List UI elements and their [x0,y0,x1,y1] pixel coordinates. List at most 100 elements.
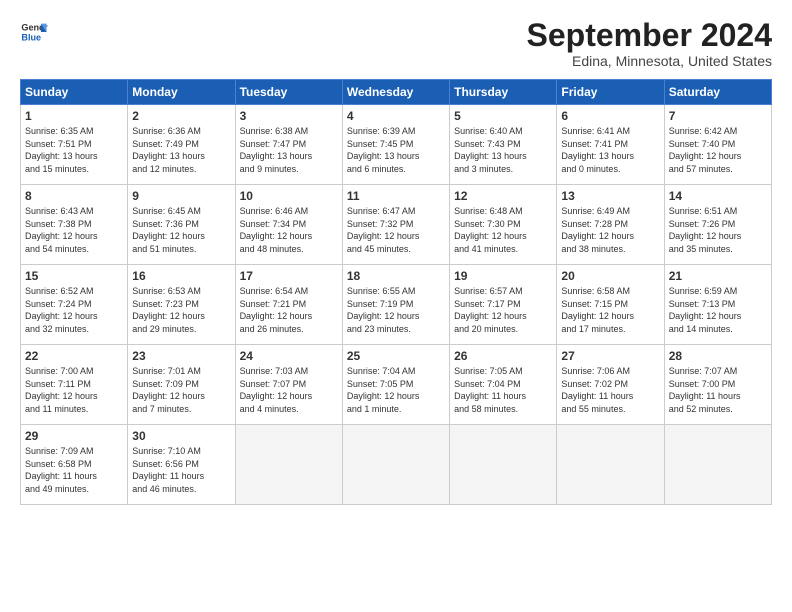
day-info: Sunrise: 6:47 AM Sunset: 7:32 PM Dayligh… [347,205,445,255]
weekday-header-row: SundayMondayTuesdayWednesdayThursdayFrid… [21,80,772,105]
calendar-cell: 17Sunrise: 6:54 AM Sunset: 7:21 PM Dayli… [235,265,342,345]
calendar-cell: 30Sunrise: 7:10 AM Sunset: 6:56 PM Dayli… [128,425,235,505]
calendar-cell: 25 Sunrise: 7:04 AM Sunset: 7:05 PM Dayli… [342,345,449,425]
calendar-cell [664,425,771,505]
day-info: Sunrise: 6:40 AM Sunset: 7:43 PM Dayligh… [454,125,552,175]
calendar-cell [450,425,557,505]
day-number: 10 [240,189,338,203]
day-number: 8 [25,189,123,203]
day-number: 24 [240,349,338,363]
calendar-cell: 8 Sunrise: 6:43 AM Sunset: 7:38 PM Daylig… [21,185,128,265]
calendar-cell: 12 Sunrise: 6:48 AM Sunset: 7:30 PM Dayli… [450,185,557,265]
calendar-cell: 4 Sunrise: 6:39 AM Sunset: 7:45 PM Daylig… [342,105,449,185]
day-number: 23 [132,349,230,363]
day-number: 27 [561,349,659,363]
logo: General Blue [20,18,48,46]
logo-icon: General Blue [20,18,48,46]
calendar-week-4: 29 Sunrise: 7:09 AM Sunset: 6:58 PM Dayli… [21,425,772,505]
day-info: Sunrise: 6:55 AM Sunset: 7:19 PM Dayligh… [347,285,445,335]
calendar-cell: 2 Sunrise: 6:36 AM Sunset: 7:49 PM Daylig… [128,105,235,185]
weekday-header-wednesday: Wednesday [342,80,449,105]
calendar-cell [557,425,664,505]
calendar-cell: 5Sunrise: 6:40 AM Sunset: 7:43 PM Daylig… [450,105,557,185]
day-info: Sunrise: 7:04 AM Sunset: 7:05 PM Dayligh… [347,365,445,415]
day-info: Sunrise: 6:45 AM Sunset: 7:36 PM Dayligh… [132,205,230,255]
day-number: 19 [454,269,552,283]
calendar-cell: 15 Sunrise: 6:52 AM Sunset: 7:24 PM Dayli… [21,265,128,345]
calendar-cell: 1Sunrise: 6:35 AM Sunset: 7:51 PM Daylig… [21,105,128,185]
page-container: General Blue September 2024 Edina, Minne… [0,0,792,515]
day-number: 28 [669,349,767,363]
svg-text:Blue: Blue [21,32,41,42]
day-number: 4 [347,109,445,123]
calendar-cell: 26 Sunrise: 7:05 AM Sunset: 7:04 PM Dayli… [450,345,557,425]
day-number: 9 [132,189,230,203]
calendar-cell: 11 Sunrise: 6:47 AM Sunset: 7:32 PM Dayli… [342,185,449,265]
day-info: Sunrise: 7:10 AM Sunset: 6:56 PM Dayligh… [132,445,230,495]
calendar-cell: 10 Sunrise: 6:46 AM Sunset: 7:34 PM Dayli… [235,185,342,265]
weekday-header-tuesday: Tuesday [235,80,342,105]
day-info: Sunrise: 6:49 AM Sunset: 7:28 PM Dayligh… [561,205,659,255]
day-info: Sunrise: 6:36 AM Sunset: 7:49 PM Dayligh… [132,125,230,175]
calendar-cell: 16Sunrise: 6:53 AM Sunset: 7:23 PM Dayli… [128,265,235,345]
weekday-header-saturday: Saturday [664,80,771,105]
calendar-table: SundayMondayTuesdayWednesdayThursdayFrid… [20,79,772,505]
calendar-cell: 14 Sunrise: 6:51 AM Sunset: 7:26 PM Dayli… [664,185,771,265]
day-info: Sunrise: 6:41 AM Sunset: 7:41 PM Dayligh… [561,125,659,175]
day-number: 29 [25,429,123,443]
calendar-cell: 23Sunrise: 7:01 AM Sunset: 7:09 PM Dayli… [128,345,235,425]
day-number: 22 [25,349,123,363]
day-info: Sunrise: 6:46 AM Sunset: 7:34 PM Dayligh… [240,205,338,255]
day-info: Sunrise: 6:58 AM Sunset: 7:15 PM Dayligh… [561,285,659,335]
day-number: 2 [132,109,230,123]
calendar-week-0: 1Sunrise: 6:35 AM Sunset: 7:51 PM Daylig… [21,105,772,185]
day-info: Sunrise: 7:05 AM Sunset: 7:04 PM Dayligh… [454,365,552,415]
day-number: 18 [347,269,445,283]
day-info: Sunrise: 6:39 AM Sunset: 7:45 PM Dayligh… [347,125,445,175]
header: General Blue September 2024 Edina, Minne… [20,18,772,69]
day-info: Sunrise: 7:03 AM Sunset: 7:07 PM Dayligh… [240,365,338,415]
day-number: 14 [669,189,767,203]
calendar-cell: 6 Sunrise: 6:41 AM Sunset: 7:41 PM Daylig… [557,105,664,185]
title-area: September 2024 Edina, Minnesota, United … [527,18,772,69]
calendar-cell: 7Sunrise: 6:42 AM Sunset: 7:40 PM Daylig… [664,105,771,185]
day-info: Sunrise: 6:38 AM Sunset: 7:47 PM Dayligh… [240,125,338,175]
day-info: Sunrise: 7:07 AM Sunset: 7:00 PM Dayligh… [669,365,767,415]
day-number: 25 [347,349,445,363]
calendar-cell: 19 Sunrise: 6:57 AM Sunset: 7:17 PM Dayli… [450,265,557,345]
day-number: 13 [561,189,659,203]
day-info: Sunrise: 7:09 AM Sunset: 6:58 PM Dayligh… [25,445,123,495]
day-info: Sunrise: 6:51 AM Sunset: 7:26 PM Dayligh… [669,205,767,255]
day-number: 26 [454,349,552,363]
calendar-week-1: 8 Sunrise: 6:43 AM Sunset: 7:38 PM Daylig… [21,185,772,265]
day-info: Sunrise: 6:52 AM Sunset: 7:24 PM Dayligh… [25,285,123,335]
day-info: Sunrise: 6:54 AM Sunset: 7:21 PM Dayligh… [240,285,338,335]
calendar-cell [235,425,342,505]
calendar-cell: 21Sunrise: 6:59 AM Sunset: 7:13 PM Dayli… [664,265,771,345]
calendar-cell [342,425,449,505]
calendar-cell: 18 Sunrise: 6:55 AM Sunset: 7:19 PM Dayli… [342,265,449,345]
day-number: 15 [25,269,123,283]
day-info: Sunrise: 6:43 AM Sunset: 7:38 PM Dayligh… [25,205,123,255]
day-number: 1 [25,109,123,123]
calendar-week-2: 15 Sunrise: 6:52 AM Sunset: 7:24 PM Dayli… [21,265,772,345]
day-info: Sunrise: 7:06 AM Sunset: 7:02 PM Dayligh… [561,365,659,415]
day-number: 3 [240,109,338,123]
day-number: 6 [561,109,659,123]
calendar-cell: 27 Sunrise: 7:06 AM Sunset: 7:02 PM Dayli… [557,345,664,425]
month-title: September 2024 [527,18,772,53]
calendar-cell: 22Sunrise: 7:00 AM Sunset: 7:11 PM Dayli… [21,345,128,425]
day-number: 7 [669,109,767,123]
location-title: Edina, Minnesota, United States [527,53,772,69]
calendar-week-3: 22Sunrise: 7:00 AM Sunset: 7:11 PM Dayli… [21,345,772,425]
day-number: 21 [669,269,767,283]
calendar-cell: 13 Sunrise: 6:49 AM Sunset: 7:28 PM Dayli… [557,185,664,265]
day-number: 12 [454,189,552,203]
day-info: Sunrise: 6:57 AM Sunset: 7:17 PM Dayligh… [454,285,552,335]
weekday-header-sunday: Sunday [21,80,128,105]
calendar-cell: 20Sunrise: 6:58 AM Sunset: 7:15 PM Dayli… [557,265,664,345]
day-number: 11 [347,189,445,203]
day-info: Sunrise: 6:48 AM Sunset: 7:30 PM Dayligh… [454,205,552,255]
calendar-cell: 3 Sunrise: 6:38 AM Sunset: 7:47 PM Daylig… [235,105,342,185]
weekday-header-monday: Monday [128,80,235,105]
